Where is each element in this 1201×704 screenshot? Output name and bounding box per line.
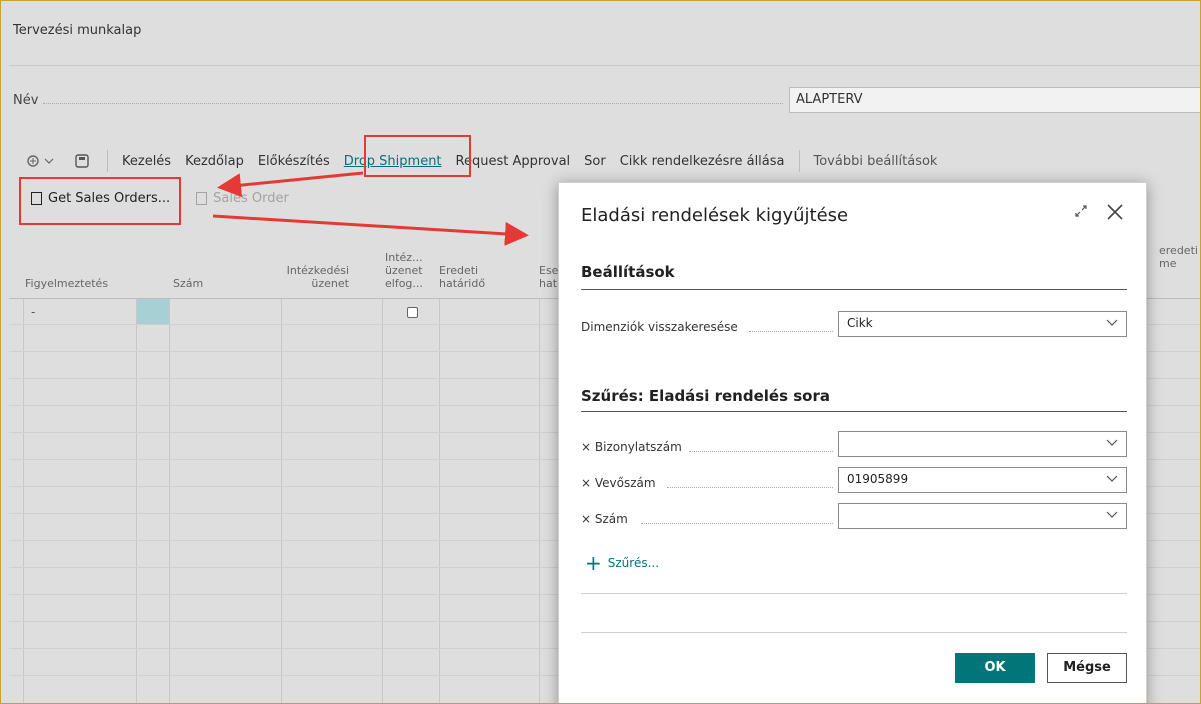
action-more-options[interactable]: További beállítások [814,154,938,169]
action-kezeles[interactable]: Kezelés [122,154,171,169]
chevron-down-icon [1106,436,1118,451]
checkbox-icon[interactable] [407,307,418,318]
label-dots [749,331,833,332]
col-header-number[interactable]: Szám [173,277,203,290]
filter-row-document-no: × Bizonylatszám [581,440,682,454]
annotation-box-drop-shipment [364,135,471,177]
chevron-down-icon [1106,472,1118,487]
section-line [581,411,1127,412]
divider [581,632,1127,633]
expand-icon[interactable] [1074,204,1088,222]
col-header-original-due[interactable]: Eredeti határidő [439,264,495,290]
cancel-button[interactable]: Mégse [1047,653,1127,683]
remove-filter-icon[interactable]: × [581,512,595,526]
ok-button[interactable]: OK [955,653,1035,683]
section-line [581,289,1127,290]
close-icon[interactable] [1106,201,1124,225]
add-filter-label: Szűrés... [607,556,660,570]
lightbulb-icon[interactable] [27,154,57,168]
name-dots [43,103,783,104]
col-header-original-qty[interactable]: eredeti me [1159,244,1200,270]
label-dots [667,487,833,488]
section-settings-title: Beállítások [581,263,675,281]
dialog-title: Eladási rendelések kigyűjtése [581,205,849,226]
chevron-down-icon [1106,316,1118,331]
col-header-action-accepted[interactable]: Intéz... üzenet elfog... [385,251,425,290]
add-filter-link[interactable]: + Szűrés... [585,551,660,575]
action-item-availability[interactable]: Cikk rendelkezésre állása [620,154,785,169]
col-line [382,299,383,703]
selected-cell[interactable] [137,299,169,324]
divider [9,65,1200,66]
col-line [169,299,170,703]
page-title: Tervezési munkalap [13,23,142,38]
number-select[interactable] [838,503,1127,529]
planning-worksheet-page: Tervezési munkalap Név ALAPTERV Kezelés … [0,0,1201,704]
col-line [136,299,137,703]
name-input[interactable]: ALAPTERV [789,87,1200,113]
customer-no-value: 01905899 [847,472,909,486]
dimensions-label: Dimenziók visszakeresése [581,320,738,334]
separator [798,150,800,172]
col-header-warning[interactable]: Figyelmeztetés [25,277,108,290]
col-line [439,299,440,703]
page-icon[interactable] [75,154,89,168]
divider [581,593,1127,594]
sales-order-label: Sales Order [213,191,289,206]
remove-filter-icon[interactable]: × [581,440,595,454]
label-dots [641,523,833,524]
warning-cell[interactable]: - [31,305,35,319]
col-header-due-date[interactable]: Ese hat [539,264,559,290]
arrow-to-get-sales-orders [217,171,364,198]
action-bar: Kezelés Kezdőlap Előkészítés Drop Shipme… [27,150,951,172]
action-sor[interactable]: Sor [584,154,606,169]
filter-label-customer-no: Vevőszám [594,476,656,490]
separator [107,150,108,172]
get-sales-orders-dialog: Eladási rendelések kigyűjtése Beállításo… [558,182,1147,703]
action-kezdolap[interactable]: Kezdőlap [185,154,244,169]
filter-row-number: × Szám [581,512,628,526]
section-filter-title: Szűrés: Eladási rendelés sora [581,387,830,405]
action-request-approval[interactable]: Request Approval [456,154,571,169]
document-icon [196,192,208,205]
sales-order-button[interactable]: Sales Order [196,191,289,206]
filter-row-customer-no: × Vevőszám [581,476,656,490]
chevron-down-icon [1106,508,1118,523]
filter-label-number: Szám [594,512,628,526]
remove-filter-icon[interactable]: × [581,476,595,490]
col-header-action-message[interactable]: Intézkedési üzenet [285,264,349,290]
document-no-select[interactable] [838,431,1127,457]
dialog-controls [1074,201,1124,225]
plus-icon: + [585,551,602,575]
label-dots [689,451,833,452]
action-elokeszites[interactable]: Előkészítés [258,154,330,169]
filter-label-document-no: Bizonylatszám [594,440,682,454]
dimensions-value: Cikk [847,316,873,330]
annotation-box-get-sales-orders [19,177,181,225]
dimensions-select[interactable]: Cikk [838,311,1127,337]
col-line [281,299,282,703]
customer-no-select[interactable]: 01905899 [838,467,1127,493]
col-line [23,299,24,703]
col-line [539,299,540,703]
name-label: Név [13,93,39,108]
